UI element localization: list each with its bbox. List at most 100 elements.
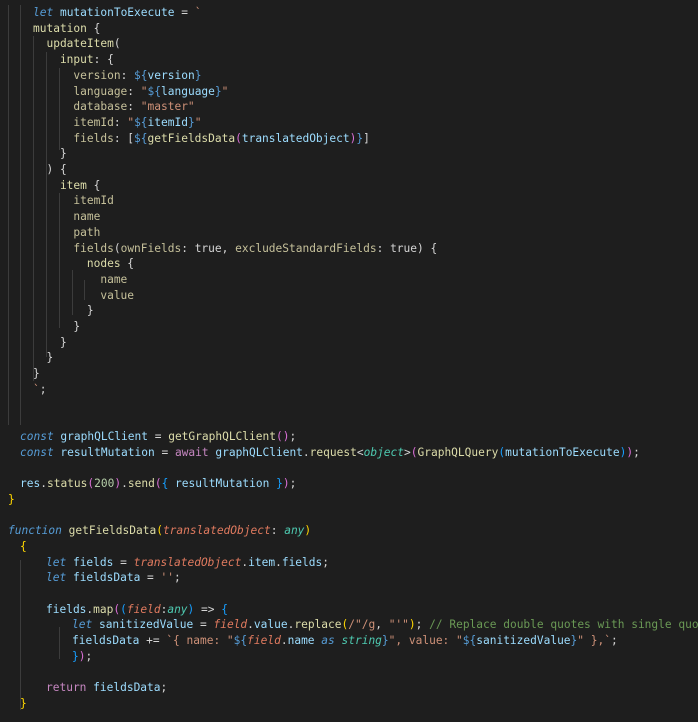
code-line[interactable]: fields: [${getFieldsData(translatedObjec… [33, 131, 369, 147]
code-token: name [287, 634, 315, 647]
code-line[interactable]: nodes { [33, 256, 134, 272]
code-line[interactable]: } [33, 303, 94, 319]
code-token: ${ [134, 68, 148, 82]
code-token: input [33, 53, 94, 67]
code-token: : [376, 241, 391, 255]
code-token: } [72, 649, 79, 663]
code-token: " [194, 115, 202, 129]
code-token: : [127, 100, 141, 114]
code-line[interactable]: { [20, 539, 27, 555]
code-token: . [121, 477, 128, 490]
code-token: < [356, 445, 364, 459]
code-token: ` [194, 6, 202, 19]
code-line[interactable]: name [33, 272, 127, 288]
code-token: } [20, 696, 27, 710]
code-token: } [269, 477, 283, 490]
code-line[interactable]: let fieldsData = ''; [46, 570, 181, 586]
code-line[interactable]: } [33, 366, 40, 382]
code-line[interactable]: return fieldsData; [46, 680, 167, 696]
code-token: sanitizedValue [476, 634, 571, 647]
code-token: any [167, 602, 188, 616]
code-token: ) [282, 477, 290, 490]
code-token: fields [46, 602, 87, 616]
code-line[interactable]: } [33, 350, 53, 366]
code-token: { [93, 21, 101, 35]
code-token: item [33, 178, 94, 192]
code-line[interactable]: } [8, 492, 15, 508]
code-line[interactable]: let sanitizedValue = field.value.replace… [72, 617, 698, 633]
code-token: translatedObject [241, 131, 350, 145]
code-token: ${ [147, 84, 162, 98]
code-editor[interactable]: let mutationToExecute = ` mutation { upda… [0, 0, 698, 722]
code-line[interactable]: ) { [33, 162, 67, 178]
code-token: translatedObject [162, 524, 271, 538]
code-token: ) [304, 524, 312, 538]
code-token: as [314, 634, 342, 647]
indent-guide [46, 52, 47, 357]
code-token: = [193, 618, 214, 632]
code-token: += [139, 634, 167, 647]
code-token: // Replace double quotes with single quo… [429, 618, 698, 632]
code-token: const [20, 445, 61, 459]
indent-guide [59, 627, 60, 659]
code-line[interactable]: name [33, 209, 100, 225]
code-token: await [174, 445, 216, 459]
code-token: = [174, 6, 195, 19]
code-line[interactable]: item { [33, 178, 100, 194]
code-line[interactable]: `; [33, 382, 47, 398]
code-line[interactable]: } [33, 319, 80, 335]
code-line[interactable]: path [33, 225, 100, 241]
code-token: ) [78, 649, 86, 663]
code-token: field [247, 634, 281, 647]
code-token: object [363, 445, 404, 459]
code-line[interactable]: updateItem( [33, 36, 121, 52]
code-line[interactable]: let mutationToExecute = ` [33, 5, 201, 21]
code-token: item [248, 555, 276, 569]
code-token: database [33, 100, 128, 114]
code-token: 200 [94, 477, 115, 490]
code-line[interactable]: const graphQLClient = getGraphQLClient()… [20, 429, 296, 445]
code-token: fields [281, 555, 323, 569]
code-line[interactable]: } [33, 335, 67, 351]
code-token: "master" [140, 100, 195, 114]
code-token: { [127, 257, 135, 271]
code-token: ( [113, 37, 121, 51]
code-line[interactable]: fields(ownFields: true, excludeStandardF… [33, 241, 437, 257]
code-token: > [404, 445, 411, 459]
code-line[interactable]: } [33, 146, 67, 162]
code-line[interactable]: let fields = translatedObject.item.field… [46, 555, 329, 571]
indent-guide [20, 560, 21, 710]
code-token: . [302, 445, 310, 459]
indent-guide [59, 68, 60, 150]
code-token: resultMutation [60, 445, 155, 459]
code-token: ; [415, 618, 430, 632]
code-token: replace [294, 618, 342, 632]
code-token: , [221, 241, 236, 255]
code-token: } [33, 304, 94, 318]
indent-guide [72, 270, 73, 315]
code-token: ( [410, 445, 418, 459]
code-line[interactable]: function getFieldsData(translatedObject:… [8, 523, 311, 539]
code-token: ; [289, 477, 297, 490]
code-token: nodes [33, 257, 128, 271]
code-line[interactable]: res.status(200).send({ resultMutation })… [20, 476, 296, 492]
code-line[interactable]: } [20, 696, 27, 712]
code-token: graphQLClient [60, 429, 148, 443]
code-line[interactable]: fields.map((field:any) => { [46, 602, 228, 618]
code-line[interactable]: }); [72, 649, 92, 665]
code-line[interactable]: fieldsData += `{ name: "${field.name as … [72, 633, 618, 649]
code-token: } [33, 335, 67, 349]
code-token: = [154, 445, 175, 459]
code-token: ( [275, 429, 283, 443]
code-token: ${ [233, 634, 248, 647]
code-line[interactable]: database: "master" [33, 99, 195, 115]
code-token: } [187, 115, 195, 129]
code-token: => [194, 602, 222, 616]
indent-guide [84, 280, 85, 300]
code-token: ( [113, 241, 121, 255]
code-line[interactable]: const resultMutation = await graphQLClie… [20, 445, 640, 461]
code-line[interactable]: language: "${language}" [33, 84, 228, 100]
code-token: resultMutation [175, 477, 270, 490]
code-token: ) { [33, 163, 67, 176]
code-line[interactable]: mutation { [33, 21, 100, 37]
